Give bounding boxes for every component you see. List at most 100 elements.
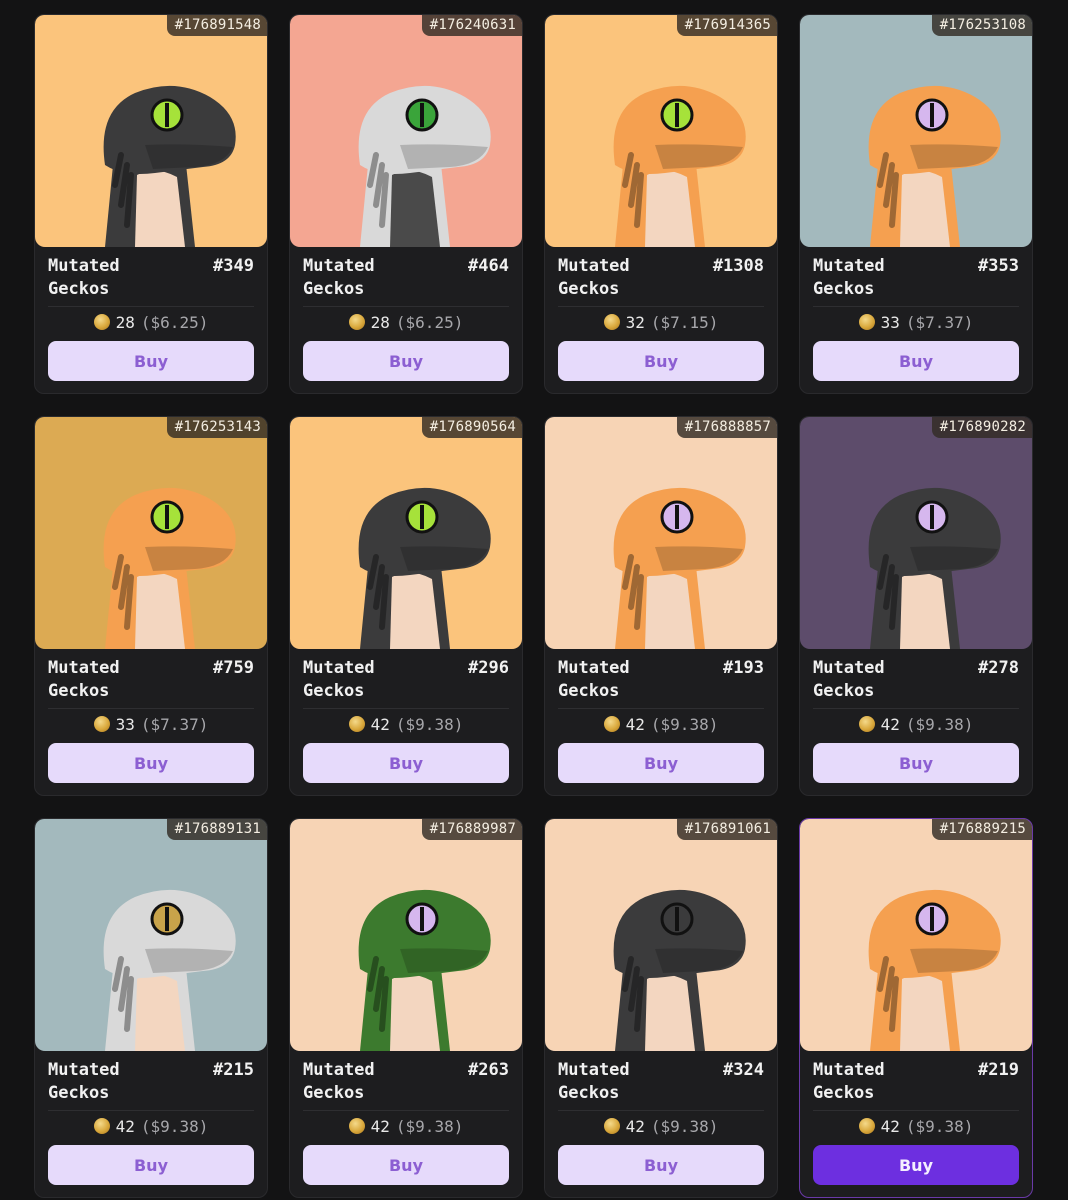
- price-row: 42 ($9.38): [800, 714, 1032, 736]
- price-usd: ($9.38): [395, 1117, 464, 1136]
- nft-image[interactable]: #176891548: [35, 15, 267, 247]
- listing-card[interactable]: #176914365 Mutated Geckos #1308 32 ($7.15…: [544, 14, 778, 394]
- buy-button[interactable]: Buy: [558, 1145, 764, 1185]
- buy-button[interactable]: Buy: [303, 1145, 509, 1185]
- listing-card[interactable]: #176889215 Mutated Geckos #219 42 ($9.38)…: [799, 818, 1033, 1198]
- listing-card[interactable]: #176888857 Mutated Geckos #193 42 ($9.38)…: [544, 416, 778, 796]
- doge-coin-icon: [93, 314, 110, 330]
- listing-grid: #176891548 Mutated Geckos #349 28 ($6.25)…: [34, 14, 1033, 1198]
- nft-image[interactable]: #176888857: [545, 417, 777, 649]
- buy-button[interactable]: Buy: [48, 1145, 254, 1185]
- price-usd: ($6.25): [395, 313, 464, 332]
- price-amount: 33: [115, 715, 135, 734]
- nft-image[interactable]: #176889215: [800, 819, 1032, 1051]
- price-usd: ($6.25): [140, 313, 209, 332]
- price-amount: 42: [880, 1117, 900, 1136]
- token-number: #296: [468, 658, 509, 678]
- price-amount: 28: [370, 313, 390, 332]
- buy-button[interactable]: Buy: [558, 743, 764, 783]
- buy-button[interactable]: Buy: [48, 341, 254, 381]
- price-amount: 42: [880, 715, 900, 734]
- collection-name: Mutated Geckos: [558, 1060, 630, 1103]
- gecko-artwork: [800, 819, 1032, 1051]
- buy-button[interactable]: Buy: [558, 341, 764, 381]
- gecko-artwork: [35, 417, 267, 649]
- price-usd: ($7.15): [650, 313, 719, 332]
- listing-card[interactable]: #176890564 Mutated Geckos #296 42 ($9.38)…: [289, 416, 523, 796]
- nft-image[interactable]: #176240631: [290, 15, 522, 247]
- listing-card[interactable]: #176253108 Mutated Geckos #353 33 ($7.37)…: [799, 14, 1033, 394]
- gecko-artwork: [545, 15, 777, 247]
- price-row: 28 ($6.25): [290, 312, 522, 334]
- doge-coin-icon: [348, 314, 365, 330]
- collection-name: Mutated Geckos: [303, 1060, 375, 1103]
- inscription-badge: #176889131: [166, 819, 267, 840]
- token-number: #278: [978, 658, 1019, 678]
- collection-name: Mutated Geckos: [48, 1060, 120, 1103]
- price-row: 42 ($9.38): [800, 1116, 1032, 1138]
- token-number: #263: [468, 1060, 509, 1080]
- token-number: #464: [468, 256, 509, 276]
- nft-image[interactable]: #176253108: [800, 15, 1032, 247]
- nft-image[interactable]: #176914365: [545, 15, 777, 247]
- token-number: #349: [213, 256, 254, 276]
- divider: [303, 306, 509, 307]
- buy-button[interactable]: Buy: [303, 743, 509, 783]
- inscription-badge: #176891061: [676, 819, 777, 840]
- price-amount: 42: [370, 1117, 390, 1136]
- token-number: #324: [723, 1060, 764, 1080]
- listing-card[interactable]: #176889131 Mutated Geckos #215 42 ($9.38)…: [34, 818, 268, 1198]
- buy-button[interactable]: Buy: [813, 743, 1019, 783]
- price-amount: 42: [370, 715, 390, 734]
- buy-button[interactable]: Buy: [48, 743, 254, 783]
- price-row: 33 ($7.37): [35, 714, 267, 736]
- listing-card[interactable]: #176889987 Mutated Geckos #263 42 ($9.38)…: [289, 818, 523, 1198]
- listing-card[interactable]: #176891548 Mutated Geckos #349 28 ($6.25)…: [34, 14, 268, 394]
- inscription-badge: #176914365: [676, 15, 777, 36]
- price-amount: 42: [115, 1117, 135, 1136]
- inscription-badge: #176888857: [676, 417, 777, 438]
- nft-image[interactable]: #176889987: [290, 819, 522, 1051]
- collection-name: Mutated Geckos: [813, 658, 885, 701]
- buy-button[interactable]: Buy: [813, 1145, 1019, 1185]
- price-usd: ($9.38): [650, 1117, 719, 1136]
- listing-card[interactable]: #176253143 Mutated Geckos #759 33 ($7.37)…: [34, 416, 268, 796]
- doge-coin-icon: [858, 314, 875, 330]
- price-row: 42 ($9.38): [35, 1116, 267, 1138]
- collection-name: Mutated Geckos: [813, 256, 885, 299]
- token-number: #193: [723, 658, 764, 678]
- price-row: 42 ($9.38): [545, 1116, 777, 1138]
- collection-name: Mutated Geckos: [558, 658, 630, 701]
- divider: [813, 306, 1019, 307]
- collection-name: Mutated Geckos: [303, 256, 375, 299]
- inscription-badge: #176890564: [421, 417, 522, 438]
- price-amount: 33: [880, 313, 900, 332]
- nft-image[interactable]: #176889131: [35, 819, 267, 1051]
- collection-name: Mutated Geckos: [558, 256, 630, 299]
- gecko-artwork: [545, 417, 777, 649]
- nft-image[interactable]: #176890564: [290, 417, 522, 649]
- divider: [303, 1110, 509, 1111]
- divider: [48, 1110, 254, 1111]
- divider: [813, 708, 1019, 709]
- price-row: 28 ($6.25): [35, 312, 267, 334]
- price-amount: 28: [115, 313, 135, 332]
- token-number: #759: [213, 658, 254, 678]
- inscription-badge: #176890282: [931, 417, 1032, 438]
- divider: [558, 1110, 764, 1111]
- divider: [48, 708, 254, 709]
- nft-image[interactable]: #176891061: [545, 819, 777, 1051]
- nft-image[interactable]: #176253143: [35, 417, 267, 649]
- listing-card[interactable]: #176240631 Mutated Geckos #464 28 ($6.25)…: [289, 14, 523, 394]
- price-amount: 32: [625, 313, 645, 332]
- nft-image[interactable]: #176890282: [800, 417, 1032, 649]
- buy-button[interactable]: Buy: [303, 341, 509, 381]
- doge-coin-icon: [858, 1118, 875, 1134]
- listing-card[interactable]: #176891061 Mutated Geckos #324 42 ($9.38)…: [544, 818, 778, 1198]
- doge-coin-icon: [93, 716, 110, 732]
- buy-button[interactable]: Buy: [813, 341, 1019, 381]
- gecko-artwork: [35, 819, 267, 1051]
- inscription-badge: #176889987: [421, 819, 522, 840]
- listing-card[interactable]: #176890282 Mutated Geckos #278 42 ($9.38)…: [799, 416, 1033, 796]
- gecko-artwork: [800, 417, 1032, 649]
